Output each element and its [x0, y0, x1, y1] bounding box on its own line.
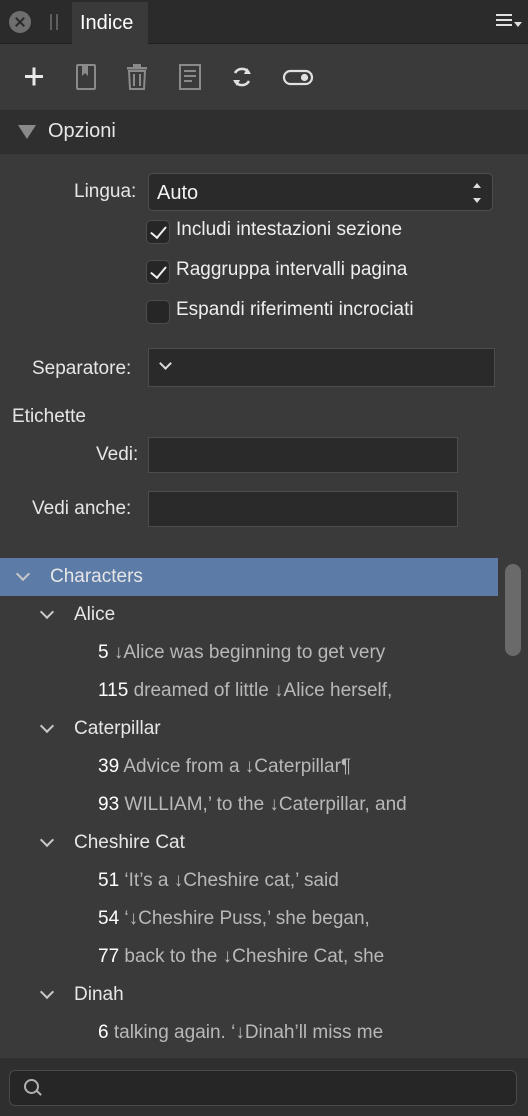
- tree-reference[interactable]: 77 back to the ↓Cheshire Cat, she: [0, 938, 498, 976]
- options-title: Opzioni: [48, 120, 116, 142]
- search-bar: [0, 1058, 528, 1116]
- chevron-down-icon[interactable]: [39, 832, 55, 848]
- labels-heading: Etichette: [12, 406, 86, 427]
- tree-reference[interactable]: 51 ‘It’s a ↓Cheshire cat,’ said: [0, 862, 498, 900]
- tree-topic-cheshire-cat[interactable]: Cheshire Cat: [0, 824, 498, 862]
- reference-text: Advice from a ↓Caterpillar¶: [123, 756, 352, 777]
- search-icon: [24, 1079, 42, 1097]
- options-panel: Lingua: Auto Includi intestazioni sezion…: [0, 154, 528, 550]
- topic-label: Dinah: [74, 984, 124, 1005]
- page-number: 39: [98, 756, 120, 777]
- topic-label: Cheshire Cat: [74, 832, 185, 853]
- tree-scrollbar[interactable]: [505, 564, 521, 656]
- language-label: Lingua:: [74, 181, 137, 202]
- checkbox[interactable]: [146, 220, 170, 244]
- tree-reference[interactable]: 54 ‘↓Cheshire Puss,’ she began,: [0, 900, 498, 938]
- topic-label: Alice: [74, 604, 116, 625]
- tree-topic-caterpillar[interactable]: Caterpillar: [0, 710, 498, 748]
- chevron-down-icon[interactable]: [39, 984, 55, 1000]
- panel-titlebar: Indice: [0, 0, 528, 44]
- tab-indice[interactable]: Indice: [72, 2, 148, 44]
- reference-text: WILLIAM,’ to the ↓Caterpillar, and: [124, 794, 407, 815]
- options-section-header[interactable]: Opzioni: [0, 110, 528, 154]
- page-number: 93: [98, 794, 120, 815]
- see-input[interactable]: [148, 437, 458, 473]
- bookmark-icon[interactable]: [71, 61, 101, 93]
- see-also-input[interactable]: [148, 491, 458, 527]
- language-select[interactable]: Auto: [148, 173, 493, 211]
- index-tree: Characters Alice 5 ↓Alice was beginning …: [0, 558, 528, 1058]
- topic-label: Characters: [50, 566, 143, 587]
- add-icon[interactable]: [19, 61, 49, 93]
- page-number: 51: [98, 870, 120, 891]
- reference-text: dreamed of little ↓Alice herself,: [133, 680, 393, 701]
- tree-reference[interactable]: 93 WILLIAM,’ to the ↓Caterpillar, and: [0, 786, 498, 824]
- page-number: 54: [98, 908, 120, 929]
- trash-icon[interactable]: [122, 61, 152, 93]
- tab-label: Indice: [80, 12, 134, 34]
- checkbox[interactable]: [146, 260, 170, 284]
- page-number: 115: [98, 680, 129, 701]
- reference-text: ‘It’s a ↓Cheshire cat,’ said: [124, 870, 339, 891]
- reference-text: ↓Alice was beginning to get very: [113, 642, 386, 663]
- chevron-down-icon: [159, 357, 172, 370]
- reference-text: ‘↓Cheshire Puss,’ she began,: [124, 908, 370, 929]
- see-label: Vedi:: [96, 444, 139, 465]
- check-label: Espandi riferimenti incrociati: [176, 299, 414, 320]
- drag-handle-icon[interactable]: [50, 14, 58, 30]
- tree-reference[interactable]: 6 talking again. ‘↓Dinah’ll miss me: [0, 1014, 498, 1052]
- tree-topic-dinah[interactable]: Dinah: [0, 976, 498, 1014]
- toggle-icon[interactable]: [282, 61, 314, 93]
- chevron-down-icon[interactable]: [15, 566, 31, 582]
- check-label: Includi intestazioni sezione: [176, 219, 403, 240]
- see-also-label: Vedi anche:: [32, 498, 132, 519]
- reference-text: back to the ↓Cheshire Cat, she: [124, 946, 385, 967]
- separator-dropdown[interactable]: [148, 348, 495, 387]
- chevron-down-icon[interactable]: [39, 718, 55, 734]
- checkbox[interactable]: [146, 300, 170, 324]
- tree-reference[interactable]: 39 Advice from a ↓Caterpillar¶: [0, 748, 498, 786]
- page-number: 5: [98, 642, 109, 663]
- page-number: 77: [98, 946, 120, 967]
- refresh-icon[interactable]: [227, 61, 257, 93]
- tree-topic-alice[interactable]: Alice: [0, 596, 498, 634]
- check-label: Raggruppa intervalli pagina: [176, 259, 408, 280]
- reference-text: talking again. ‘↓Dinah’ll miss me: [113, 1022, 384, 1043]
- page-number: 6: [98, 1022, 109, 1043]
- search-input[interactable]: [9, 1070, 517, 1106]
- document-icon[interactable]: [175, 61, 205, 93]
- collapse-triangle-icon[interactable]: [18, 125, 36, 139]
- index-toolbar: [0, 45, 528, 109]
- close-icon[interactable]: [9, 11, 31, 33]
- chevron-down-icon[interactable]: [39, 604, 55, 620]
- tree-reference[interactable]: 5 ↓Alice was beginning to get very: [0, 634, 498, 672]
- topic-label: Caterpillar: [74, 718, 161, 739]
- tree-reference[interactable]: 115 dreamed of little ↓Alice herself,: [0, 672, 498, 710]
- tree-topic-characters[interactable]: Characters: [0, 558, 498, 596]
- panel-menu-icon[interactable]: [496, 14, 522, 30]
- separator-label: Separatore:: [32, 358, 132, 379]
- language-value: Auto: [157, 182, 199, 204]
- updown-arrows-icon: [472, 183, 482, 203]
